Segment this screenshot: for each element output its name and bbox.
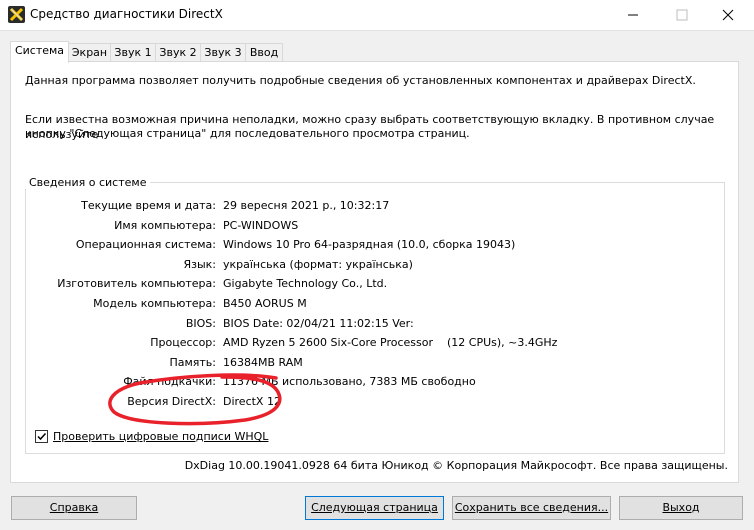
row-label-model: Модель компьютера:	[93, 297, 216, 310]
row-value-bios: BIOS Date: 02/04/21 11:02:15 Ver:	[223, 317, 414, 330]
intro-line-3: кнопку "Следующая страница" для последов…	[25, 127, 470, 140]
tab-system[interactable]: Система	[10, 41, 69, 63]
checkmark-icon	[37, 432, 47, 441]
maximize-icon	[676, 9, 688, 21]
row-value-pagefile: 11376 МБ использовано, 7383 МБ свободно	[223, 375, 476, 388]
whql-checkbox-label[interactable]: Проверить цифровые подписи WHQL	[53, 430, 268, 443]
copyright-footer: DxDiag 10.00.19041.0928 64 бита Юникод ©…	[184, 459, 728, 472]
help-button[interactable]: Справка	[11, 496, 137, 520]
minimize-icon	[628, 14, 638, 16]
tab-display[interactable]: Экран	[68, 43, 111, 61]
processor-cores-speed: (12 CPUs), ~3.4GHz	[447, 336, 558, 349]
row-value-language: українська (формат: українська)	[223, 258, 413, 271]
directx-app-icon	[8, 6, 25, 23]
row-value-memory: 16384MB RAM	[223, 356, 303, 369]
system-info-group-title: Сведения о системе	[25, 176, 151, 189]
row-label-datetime: Текущие время и дата:	[81, 199, 216, 212]
row-label-processor: Процессор:	[150, 336, 216, 349]
row-label-computer-name: Имя компьютера:	[114, 219, 216, 232]
row-value-computer-name: PC-WINDOWS	[223, 219, 299, 232]
row-value-manufacturer: Gigabyte Technology Co., Ltd.	[223, 277, 388, 290]
maximize-button	[659, 0, 705, 30]
window-title: Средство диагностики DirectX	[30, 7, 223, 21]
exit-button[interactable]: Выход	[619, 496, 743, 520]
row-value-os: Windows 10 Pro 64-разрядная (10.0, сборк…	[223, 238, 516, 251]
close-button[interactable]	[705, 0, 751, 30]
row-label-language: Язык:	[183, 258, 216, 271]
tab-sound-2[interactable]: Звук 2	[155, 43, 201, 61]
row-label-memory: Память:	[169, 356, 216, 369]
tab-sound-3[interactable]: Звук 3	[200, 43, 246, 61]
row-label-pagefile: Файл подкачки:	[123, 375, 216, 388]
tab-sound-1[interactable]: Звук 1	[110, 43, 156, 61]
minimize-button[interactable]	[610, 0, 656, 30]
row-label-directx-version: Версия DirectX:	[127, 395, 216, 408]
system-info-group: Текущие время и дата: 29 вересня 2021 р.…	[25, 182, 725, 454]
processor-name: AMD Ryzen 5 2600 Six-Core Processor	[223, 336, 433, 349]
row-value-datetime: 29 вересня 2021 р., 10:32:17	[223, 199, 390, 212]
next-page-button[interactable]: Следующая страница	[305, 496, 444, 520]
tab-input[interactable]: Ввод	[245, 43, 283, 61]
title-bar: Средство диагностики DirectX	[0, 0, 754, 31]
row-label-os: Операционная система:	[75, 238, 216, 251]
intro-line-1: Данная программа позволяет получить подр…	[25, 74, 696, 87]
system-tab-panel: Данная программа позволяет получить подр…	[10, 61, 739, 483]
row-label-bios: BIOS:	[185, 317, 216, 330]
row-label-manufacturer: Изготовитель компьютера:	[57, 277, 216, 290]
row-value-processor: AMD Ryzen 5 2600 Six-Core Processor (12 …	[223, 336, 557, 349]
save-all-info-button[interactable]: Сохранить все сведения...	[452, 496, 611, 520]
close-icon	[722, 9, 734, 21]
row-value-directx-version: DirectX 12	[223, 395, 281, 408]
row-value-model: B450 AORUS M	[223, 297, 307, 310]
whql-checkbox[interactable]	[35, 430, 48, 443]
